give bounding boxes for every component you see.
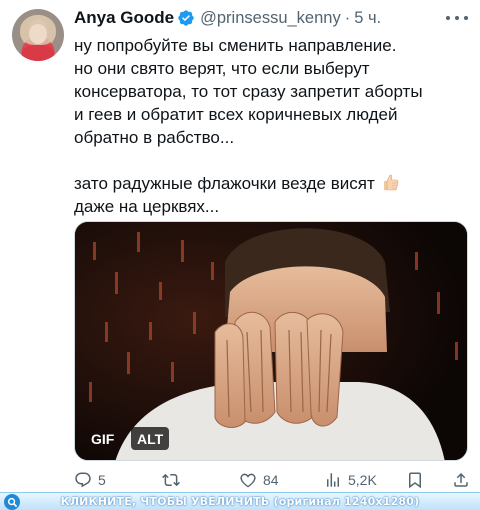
zoom-bar-text: КЛИКНИТЕ, ЧТОБЫ УВЕЛИЧИТЬ (оригинал 1240… xyxy=(60,495,420,508)
reply-icon xyxy=(75,472,91,488)
reply-count: 5 xyxy=(98,472,106,488)
thumbs-up-emoji xyxy=(384,174,399,191)
separator-dot: · xyxy=(344,8,351,27)
views-count: 5,2K xyxy=(348,472,377,488)
reply-button[interactable]: 5 xyxy=(74,471,106,489)
tweet-text-line: но они свято верят, что если выберут xyxy=(74,59,370,78)
verified-badge-icon xyxy=(178,10,194,26)
tweet-text-line: и геев и обратит всех коричневых людей xyxy=(74,105,398,124)
retweet-icon xyxy=(162,473,180,487)
tweet-time[interactable]: 5 ч. xyxy=(354,9,381,28)
share-icon xyxy=(454,472,468,487)
tweet-actions: 5 84 5,2K xyxy=(74,470,472,490)
tweet-text-line: даже на церквях... xyxy=(74,197,220,216)
tweet-header: Anya Goode @prinsessu_kenny · 5 ч. xyxy=(74,6,381,30)
like-button[interactable]: 84 xyxy=(239,471,279,489)
bookmark-button[interactable] xyxy=(406,471,430,489)
tweet[interactable]: Anya Goode @prinsessu_kenny · 5 ч. ну по… xyxy=(0,0,480,492)
author-handle[interactable]: @prinsessu_kenny xyxy=(200,9,341,28)
tweet-text-line: ну попробуйте вы сменить направление. xyxy=(74,36,397,55)
tweet-text-line: обратно в рабство... xyxy=(74,128,235,147)
click-to-enlarge-bar[interactable]: КЛИКНИТЕ, ЧТОБЫ УВЕЛИЧИТЬ (оригинал 1240… xyxy=(0,492,480,510)
views-button[interactable]: 5,2K xyxy=(324,471,377,489)
like-icon xyxy=(240,473,256,488)
more-icon[interactable] xyxy=(446,8,468,28)
tweet-text-line: консерватора, то тот сразу запретит абор… xyxy=(74,82,423,101)
views-icon xyxy=(327,473,339,487)
gif-badge: GIF xyxy=(91,430,115,447)
bookmark-icon xyxy=(409,472,421,489)
retweet-button[interactable] xyxy=(162,471,186,489)
tweet-text-line: зато радужные флажочки везде висят xyxy=(74,174,375,193)
avatar[interactable] xyxy=(12,9,64,61)
alt-button[interactable]: ALT xyxy=(131,427,170,450)
gif-media[interactable]: GIF ALT xyxy=(74,221,468,461)
like-count: 84 xyxy=(263,472,279,488)
share-button[interactable] xyxy=(452,471,476,489)
zoom-icon[interactable] xyxy=(4,494,20,510)
author-name[interactable]: Anya Goode xyxy=(74,8,174,28)
tweet-text: ну попробуйте вы сменить направление. но… xyxy=(74,34,472,218)
gif-frame xyxy=(75,222,467,460)
